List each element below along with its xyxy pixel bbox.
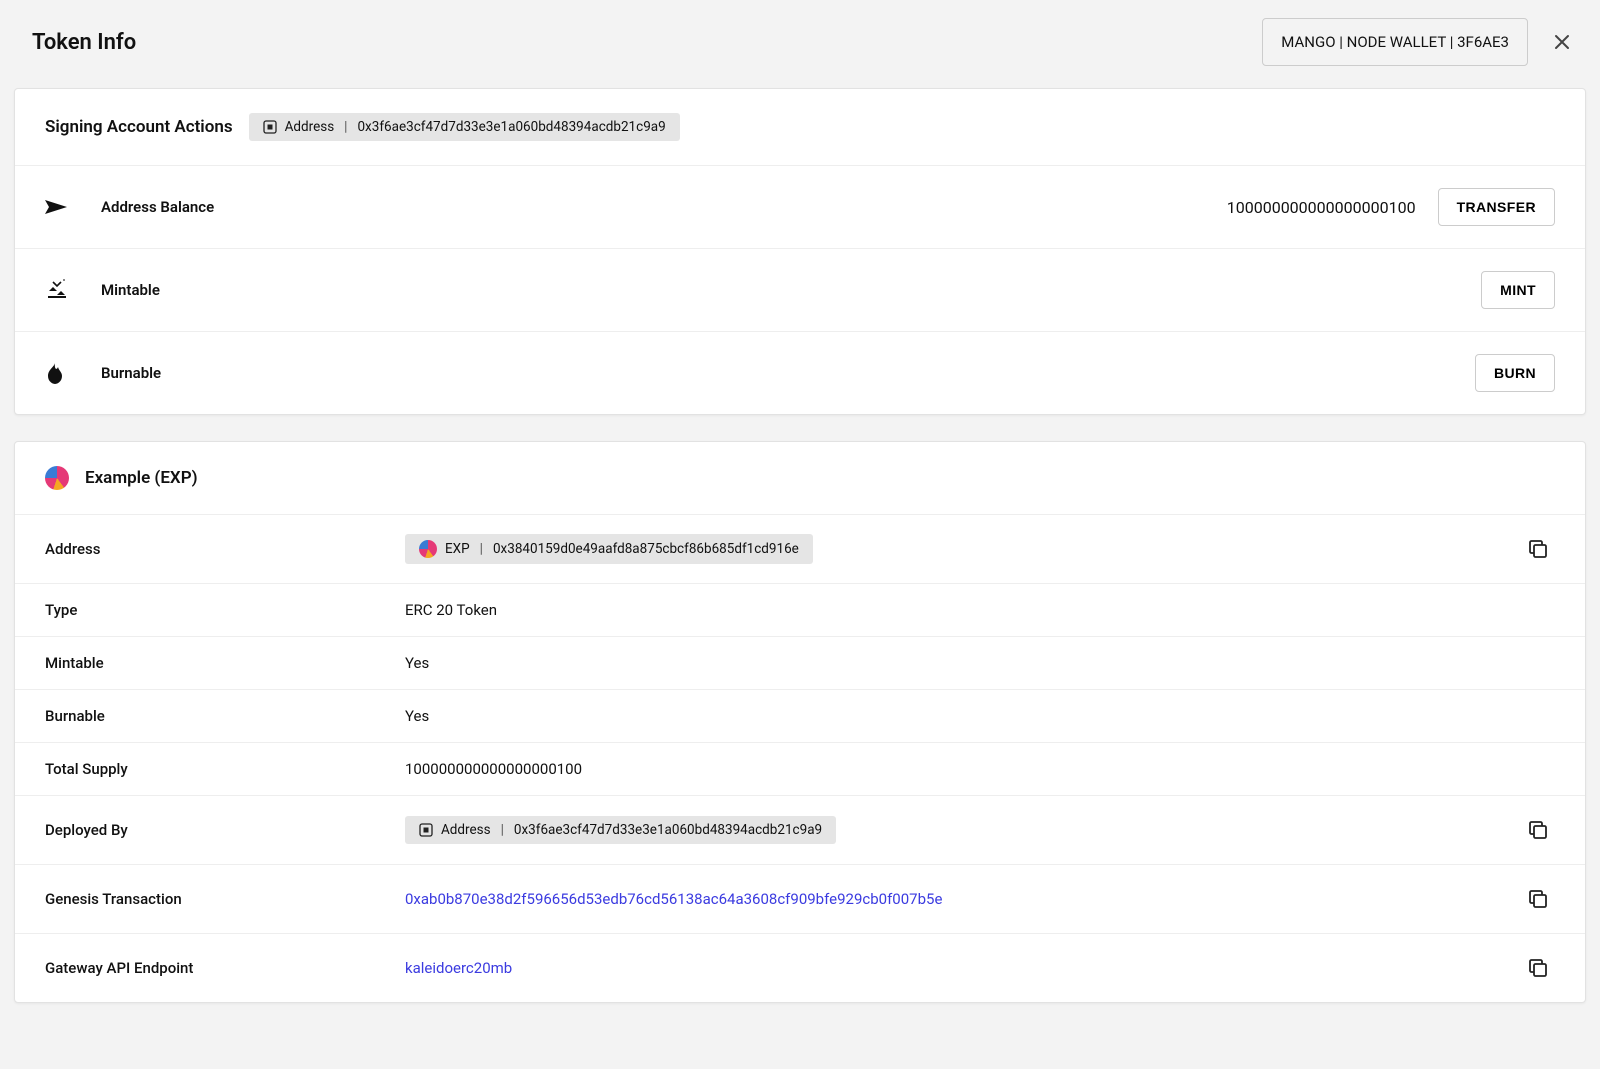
address-square-icon xyxy=(263,120,277,134)
balance-label: Address Balance xyxy=(101,198,214,216)
mintable-label: Mintable xyxy=(101,281,160,299)
balance-row: Address Balance 100000000000000000100 TR… xyxy=(15,166,1585,249)
token-type-value: ERC 20 Token xyxy=(405,601,1555,619)
token-details-card: Example (EXP) Address EXP | 0x3840159d0e… xyxy=(14,441,1586,1003)
token-mintable-key: Mintable xyxy=(45,654,385,672)
token-address-value: 0x3840159d0e49aafd8a875cbcf86b685df1cd91… xyxy=(493,541,799,557)
signing-address-chip: Address | 0x3f6ae3cf47d7d33e3e1a060bd483… xyxy=(249,113,680,141)
gateway-endpoint-link[interactable]: kaleidoerc20mb xyxy=(405,959,1501,977)
token-burnable-value: Yes xyxy=(405,707,1555,725)
token-address-key: Address xyxy=(45,540,385,558)
copy-icon[interactable] xyxy=(1521,882,1555,916)
token-type-key: Type xyxy=(45,601,385,619)
copy-icon[interactable] xyxy=(1521,532,1555,566)
deployed-by-chip: Address | 0x3f6ae3cf47d7d33e3e1a060bd483… xyxy=(405,816,836,844)
signing-actions-card: Signing Account Actions Address | 0x3f6a… xyxy=(14,88,1586,415)
balance-value: 100000000000000000100 xyxy=(1227,198,1416,217)
address-square-icon xyxy=(419,823,433,837)
token-type-row: Type ERC 20 Token xyxy=(15,584,1585,637)
token-supply-key: Total Supply xyxy=(45,760,385,778)
genesis-tx-link[interactable]: 0xab0b870e38d2f596656d53edb76cd56138ac64… xyxy=(405,890,1501,908)
token-burnable-row: Burnable Yes xyxy=(15,690,1585,743)
signing-actions-title: Signing Account Actions xyxy=(45,117,233,137)
token-symbol: EXP xyxy=(445,541,470,557)
token-deployedby-row: Deployed By Address | 0x3f6ae3cf47d7d33e… xyxy=(15,796,1585,865)
mint-button[interactable]: MINT xyxy=(1481,271,1555,309)
token-address-chip: EXP | 0x3840159d0e49aafd8a875cbcf86b685d… xyxy=(405,534,813,564)
token-burnable-key: Burnable xyxy=(45,707,385,725)
burn-button[interactable]: BURN xyxy=(1475,354,1555,392)
token-deployedby-key: Deployed By xyxy=(45,821,385,839)
wallet-selector[interactable]: MANGO | NODE WALLET | 3F6AE3 xyxy=(1262,18,1528,66)
chip-label: Address xyxy=(285,119,335,135)
token-mintable-row: Mintable Yes xyxy=(15,637,1585,690)
gateway-endpoint-row: Gateway API Endpoint kaleidoerc20mb xyxy=(15,934,1585,1002)
copy-icon[interactable] xyxy=(1521,813,1555,847)
mint-icon xyxy=(45,279,81,301)
genesis-tx-key: Genesis Transaction xyxy=(45,890,385,908)
token-mintable-value: Yes xyxy=(405,654,1555,672)
page-title: Token Info xyxy=(32,30,136,55)
token-logo-icon xyxy=(45,466,69,490)
chip-address-value: 0x3f6ae3cf47d7d33e3e1a060bd48394acdb21c9… xyxy=(357,119,665,135)
burnable-label: Burnable xyxy=(101,364,161,382)
send-icon xyxy=(45,197,81,217)
mintable-row: Mintable MINT xyxy=(15,249,1585,332)
burn-icon xyxy=(45,361,81,385)
token-address-row: Address EXP | 0x3840159d0e49aafd8a875cbc… xyxy=(15,515,1585,584)
gateway-endpoint-key: Gateway API Endpoint xyxy=(45,959,385,977)
close-icon[interactable] xyxy=(1546,26,1578,58)
token-name-title: Example (EXP) xyxy=(85,468,198,488)
deployed-by-address: 0x3f6ae3cf47d7d33e3e1a060bd48394acdb21c9… xyxy=(514,822,822,838)
transfer-button[interactable]: TRANSFER xyxy=(1438,188,1555,226)
token-logo-icon xyxy=(419,540,437,558)
copy-icon[interactable] xyxy=(1521,951,1555,985)
token-supply-row: Total Supply 100000000000000000100 xyxy=(15,743,1585,796)
token-supply-value: 100000000000000000100 xyxy=(405,760,1555,778)
burnable-row: Burnable BURN xyxy=(15,332,1585,414)
genesis-tx-row: Genesis Transaction 0xab0b870e38d2f59665… xyxy=(15,865,1585,934)
chip-label: Address xyxy=(441,822,491,838)
